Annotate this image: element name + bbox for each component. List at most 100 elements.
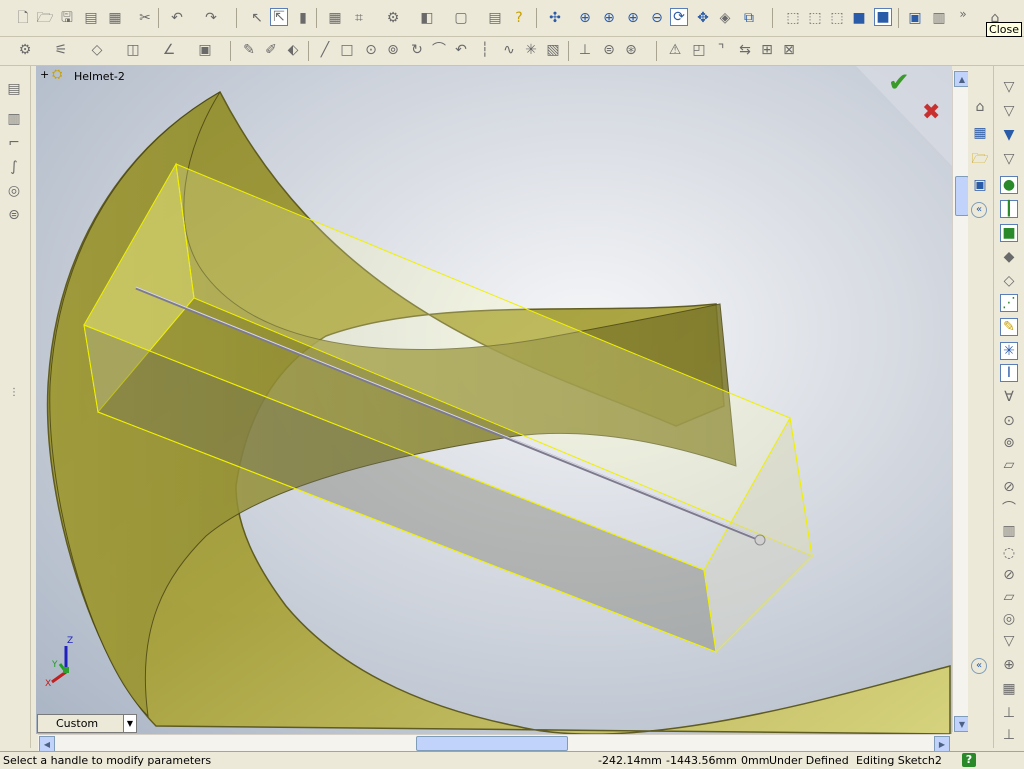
hidden-lines-visible-icon[interactable]: ⬚ [806, 9, 824, 27]
layout-icon[interactable]: ▤ [486, 9, 504, 27]
filter-dimensions-icon[interactable]: ◆ [1000, 248, 1018, 266]
filter-axes-icon[interactable]: I [1000, 364, 1018, 382]
zoom-selection-icon[interactable]: ⊖ [648, 9, 666, 27]
confirm-cancel-button[interactable]: ✖ [922, 100, 940, 126]
filter-tables-icon[interactable]: ⊘ [1000, 566, 1018, 584]
filter-vertices-icon[interactable]: ▽ [1000, 150, 1018, 168]
wireframe-icon[interactable]: ⬚ [784, 9, 802, 27]
warning-icon[interactable]: ⚠ [666, 41, 684, 59]
filter-symbols-icon[interactable]: ⊕ [1000, 656, 1018, 674]
sketch-icon[interactable]: ⌗ [350, 9, 368, 27]
redo-icon[interactable]: ↷ [202, 9, 220, 27]
toolbar-overflow-icon[interactable]: » [954, 5, 972, 23]
shadows-icon[interactable]: ▣ [906, 9, 924, 27]
print-icon[interactable]: ▤ [82, 9, 100, 27]
filter-surfaces-icon[interactable]: ◇ [1000, 272, 1018, 290]
dropdown-arrow-icon[interactable]: ▼ [123, 715, 136, 732]
polygon-icon[interactable]: ⊚ [384, 41, 402, 59]
filter-cosmetic-icon[interactable]: ⊘ [1000, 478, 1018, 496]
filter-clear-icon[interactable]: ⊥ [1000, 726, 1018, 744]
filter-connectors-icon[interactable]: ⊥ [1000, 704, 1018, 722]
filter-notes-icon[interactable]: ◌ [1000, 544, 1018, 562]
filter-datums-icon[interactable]: ▽ [1000, 632, 1018, 650]
filter-sketch-points-icon[interactable]: ● [1000, 176, 1018, 194]
print-preview-icon[interactable]: ▦ [106, 9, 124, 27]
filter-annotations-icon[interactable]: ✎ [1000, 318, 1018, 336]
line-icon[interactable]: ╱ [316, 41, 334, 59]
filter-sketch-segments-icon[interactable]: ┃ [1000, 200, 1018, 218]
file-explorer-icon[interactable]: 🗁 [971, 150, 989, 168]
move-entities-icon[interactable]: ⇆ [736, 41, 754, 59]
filter-origins-icon[interactable]: ⊙ [1000, 412, 1018, 430]
revolve-icon[interactable]: ⌐ [5, 134, 23, 152]
loft-icon[interactable]: ◎ [5, 182, 23, 200]
filter-points-icon[interactable]: ✳ [1000, 342, 1018, 360]
filter-hatch-icon[interactable]: ▦ [1000, 680, 1018, 698]
shaded-icon[interactable]: ■ [874, 8, 892, 26]
feature-tree-root[interactable]: + ⛭ Helmet-2 [40, 67, 125, 83]
grid-icon[interactable]: ▦ [326, 9, 344, 27]
centerpoint-arc-icon[interactable]: ↻ [408, 41, 426, 59]
sketch-edit-icon[interactable]: ✎ [240, 41, 258, 59]
axis-icon[interactable]: ∠ [160, 41, 178, 59]
save-icon[interactable]: 🖫 [58, 9, 76, 27]
horizontal-scrollbar[interactable]: ◀ ▶ [38, 734, 950, 752]
three-point-arc-icon[interactable]: ↶ [452, 41, 470, 59]
filter-edges-icon[interactable]: ▽ [1000, 102, 1018, 120]
circular-pattern-icon[interactable]: ⊠ [780, 41, 798, 59]
graphics-area[interactable]: + ⛭ Helmet-2 ✔ ✖ Z Y X Custom ▼ [36, 66, 952, 734]
confirm-ok-button[interactable]: ✔ [888, 68, 910, 98]
collapse-pane-icon[interactable]: « [971, 202, 987, 218]
hidden-lines-removed-icon[interactable]: ⬚ [828, 9, 846, 27]
trim-icon[interactable]: ⊛ [622, 41, 640, 59]
pan-icon[interactable]: ✥ [694, 9, 712, 27]
section-view-icon[interactable]: ◈ [716, 9, 734, 27]
model-canvas[interactable] [36, 66, 952, 734]
scroll-left-icon[interactable]: ◀ [39, 736, 55, 752]
sketch-endpoint-handle[interactable] [754, 534, 766, 546]
sketch-tool-icon[interactable]: ⚙ [16, 41, 34, 59]
view-palette-icon[interactable]: ▣ [971, 176, 989, 194]
scroll-right-icon[interactable]: ▶ [934, 736, 950, 752]
expand-pane-icon[interactable]: « [971, 658, 987, 674]
filter-planes-icon[interactable]: ∀ [1000, 388, 1018, 406]
new-document-icon[interactable]: 🗋 [14, 9, 32, 27]
rebuild-icon[interactable]: ▮ [294, 9, 312, 27]
window-icon[interactable]: ▢ [452, 9, 470, 27]
sketch-text-icon[interactable]: ▧ [544, 41, 562, 59]
feature-manager-icon[interactable]: ▤ [5, 80, 23, 98]
home-icon[interactable]: ⌂ [971, 98, 989, 116]
circle-icon[interactable]: ⊙ [362, 41, 380, 59]
point-icon[interactable]: ✳ [522, 41, 540, 59]
filter-curves-icon[interactable]: ⋰ [1000, 294, 1018, 312]
design-library-icon[interactable]: ▦ [971, 124, 989, 142]
filter-icon[interactable]: ▽ [1000, 78, 1018, 96]
mirror-icon[interactable]: ⊥ [576, 41, 594, 59]
view-orientation-icon[interactable]: ⧉ [740, 9, 758, 27]
rotate-icon[interactable]: ⟳ [670, 8, 688, 26]
open-icon[interactable]: 🗁 [36, 9, 54, 27]
filter-bodies-icon[interactable]: ⊚ [1000, 434, 1018, 452]
relation-icon[interactable]: ◇ [88, 41, 106, 59]
select-icon[interactable]: ↖ [248, 9, 266, 27]
spline-icon[interactable]: ∿ [500, 41, 518, 59]
boundary-icon[interactable]: ⊜ [5, 206, 23, 224]
centerline-icon[interactable]: ┆ [476, 41, 494, 59]
shaded-edges-icon[interactable]: ■ [850, 9, 868, 27]
reference-geometry-icon[interactable]: ▣ [196, 41, 214, 59]
zoom-to-fit-icon[interactable]: ⊕ [576, 9, 594, 27]
filter-balloons-icon[interactable]: ◎ [1000, 610, 1018, 628]
filter-solids-icon[interactable]: ▱ [1000, 456, 1018, 474]
zoom-in-out-icon[interactable]: ⊕ [624, 9, 642, 27]
horizontal-scroll-thumb[interactable] [416, 736, 568, 751]
filter-blocks-icon[interactable]: ▱ [1000, 588, 1018, 606]
view-orientation-select[interactable]: Custom ▼ [37, 714, 137, 733]
select-filter-icon[interactable]: ⇱ [270, 8, 288, 26]
vertical-scrollbar[interactable]: ▲ ▼ [952, 70, 970, 732]
collapse-handle-icon[interactable]: ⋮ [5, 384, 23, 402]
measure-icon[interactable]: ✣ [546, 9, 564, 27]
eraser-icon[interactable]: ⬖ [284, 41, 302, 59]
tangent-arc-icon[interactable]: ⌒ [430, 41, 448, 59]
filter-routing-icon[interactable]: ▥ [1000, 522, 1018, 540]
options-icon[interactable]: ⚙ [384, 9, 402, 27]
